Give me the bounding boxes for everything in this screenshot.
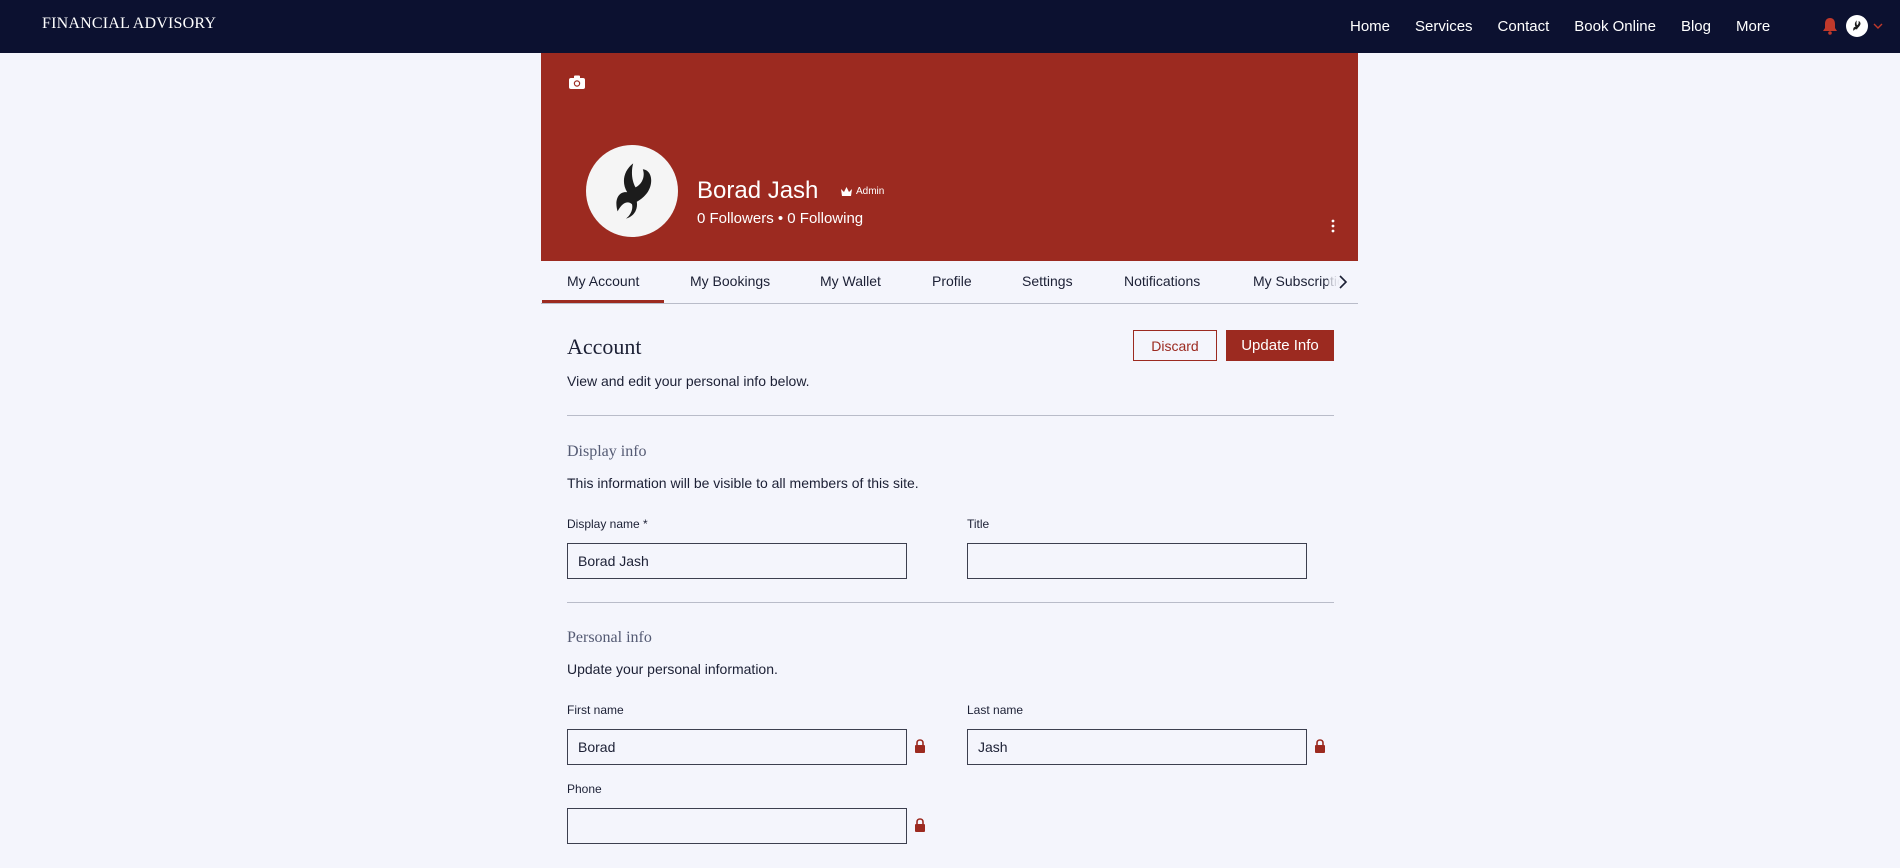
phone-label: Phone — [567, 782, 602, 796]
profile-cover: Borad Jash Admin 0 Followers • 0 Followi… — [541, 53, 1358, 261]
first-name-label: First name — [567, 703, 624, 717]
nav-home[interactable]: Home — [1350, 18, 1390, 35]
update-info-button[interactable]: Update Info — [1226, 330, 1334, 361]
chevron-down-icon[interactable] — [1872, 20, 1884, 32]
display-info-heading: Display info — [567, 443, 647, 460]
profile-tabs: My Account My Bookings My Wallet Profile… — [541, 261, 1358, 304]
admin-badge-label: Admin — [856, 186, 885, 197]
lock-icon — [915, 739, 925, 753]
display-info-subtitle: This information will be visible to all … — [567, 475, 919, 491]
nav-more[interactable]: More — [1736, 18, 1770, 35]
display-name-input[interactable] — [567, 543, 907, 579]
more-options-icon[interactable] — [1330, 218, 1336, 234]
tabs-scroll-right-button[interactable] — [1328, 261, 1358, 303]
admin-badge: Admin — [841, 186, 884, 197]
bell-icon[interactable] — [1822, 17, 1838, 35]
discard-button[interactable]: Discard — [1133, 330, 1217, 361]
camera-icon[interactable] — [569, 75, 585, 89]
divider — [567, 602, 1334, 603]
tab-profile[interactable]: Profile — [932, 261, 972, 303]
tab-my-account[interactable]: My Account — [541, 261, 665, 303]
last-name-label: Last name — [967, 703, 1024, 717]
first-name-input[interactable] — [567, 729, 907, 765]
tab-notifications[interactable]: Notifications — [1124, 261, 1200, 303]
account-heading: Account — [567, 334, 642, 359]
chevron-right-icon — [1339, 275, 1348, 289]
personal-info-heading: Personal info — [567, 629, 652, 646]
nav-book-online[interactable]: Book Online — [1574, 18, 1656, 35]
nav-services[interactable]: Services — [1415, 18, 1473, 35]
last-name-input[interactable] — [967, 729, 1307, 765]
profile-avatar[interactable] — [586, 145, 678, 237]
nav-blog[interactable]: Blog — [1681, 18, 1711, 35]
main-nav: Home Services Contact Book Online Blog M… — [1350, 0, 1795, 53]
personal-info-subtitle: Update your personal information. — [567, 661, 778, 677]
bird-logo-icon — [616, 163, 652, 219]
tab-my-wallet[interactable]: My Wallet — [820, 261, 881, 303]
followers-following[interactable]: 0 Followers • 0 Following — [697, 210, 863, 227]
bird-logo-icon — [1853, 20, 1861, 31]
phone-input[interactable] — [567, 808, 907, 844]
user-avatar-button[interactable] — [1846, 15, 1868, 37]
title-input[interactable] — [967, 543, 1307, 579]
tab-settings[interactable]: Settings — [1022, 261, 1073, 303]
user-controls — [1822, 14, 1884, 38]
account-subtitle: View and edit your personal info below. — [567, 373, 810, 389]
profile-name: Borad Jash — [697, 177, 819, 204]
site-logo-text[interactable]: FINANCIAL ADVISORY — [42, 15, 216, 33]
nav-contact[interactable]: Contact — [1498, 18, 1550, 35]
lock-icon — [915, 818, 925, 832]
divider — [567, 415, 1334, 416]
display-name-label: Display name * — [567, 517, 648, 531]
crown-icon — [841, 187, 852, 196]
tab-my-bookings[interactable]: My Bookings — [690, 261, 770, 303]
title-label: Title — [967, 517, 990, 531]
lock-icon — [1315, 739, 1325, 753]
top-navigation-bar: FINANCIAL ADVISORY Home Services Contact… — [0, 0, 1900, 53]
